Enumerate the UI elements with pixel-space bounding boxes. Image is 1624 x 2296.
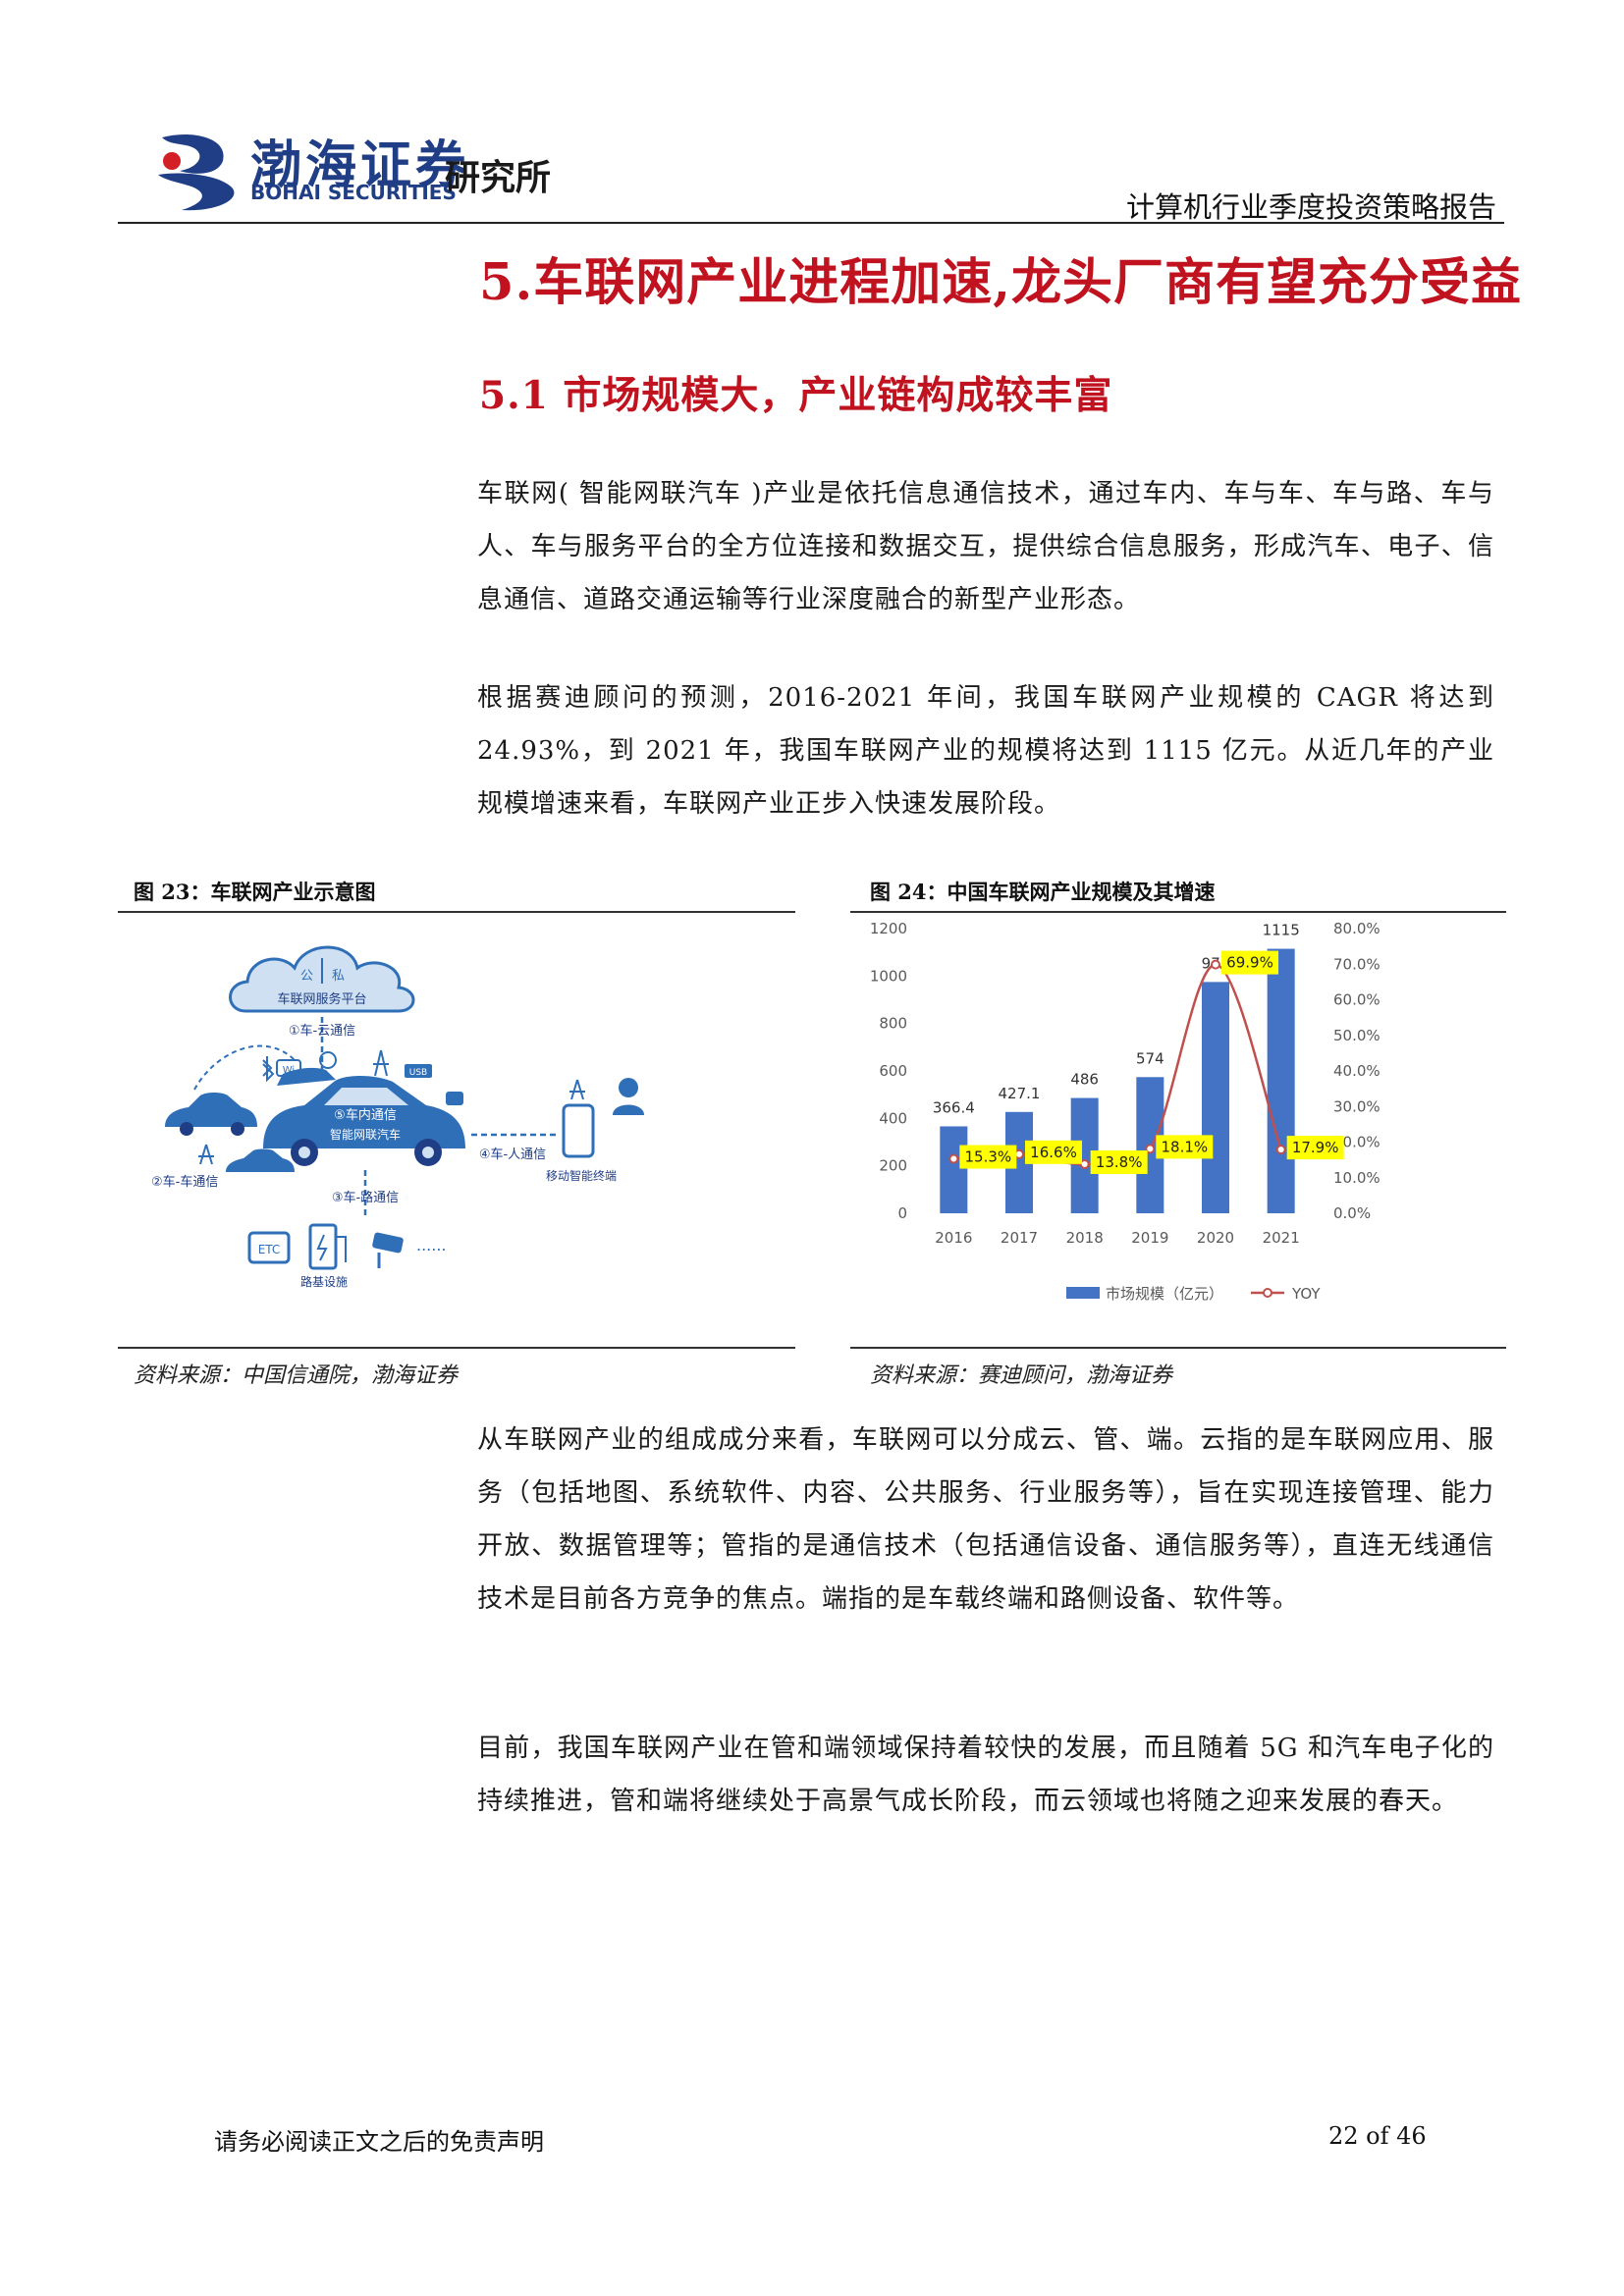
category-label: 2016 xyxy=(935,1229,972,1247)
left-tick-label: 800 xyxy=(879,1015,907,1033)
left-axis-ticks: 0 200 400 600 800 1000 1200 xyxy=(870,920,907,1222)
left-tick-label: 1000 xyxy=(870,967,907,985)
car-icon-3 xyxy=(226,1148,295,1172)
figure-24-title: 图 24：中国车联网产业规模及其增速 xyxy=(870,880,1216,904)
bar-2020 xyxy=(1202,982,1229,1213)
bar-value-label: 1115 xyxy=(1263,922,1300,939)
paragraph-4: 目前，我国车联网产业在管和端领域保持着较快的发展，而且随着 5G 和汽车电子化的… xyxy=(477,1734,1494,1816)
person-icon xyxy=(613,1078,644,1115)
yoy-value-label: 17.9% xyxy=(1292,1139,1339,1156)
yoy-line xyxy=(953,963,1282,1170)
antenna-icon xyxy=(198,1144,214,1165)
chart-legend: 市场规模（亿元） YOY xyxy=(1066,1285,1321,1303)
figure-24-source: 资料来源：赛迪顾问，渤海证券 xyxy=(870,1363,1173,1388)
right-tick-label: 70.0% xyxy=(1333,955,1380,973)
link-car-label: ②车-车通信 xyxy=(151,1174,218,1190)
logo-mark-icon xyxy=(158,134,235,211)
etc-label: ETC xyxy=(258,1243,281,1256)
legend-label-bar: 市场规模（亿元） xyxy=(1106,1285,1223,1303)
car-icon-1 xyxy=(165,1093,257,1127)
category-label: 2020 xyxy=(1197,1229,1234,1247)
link-cloud-label: ①车-云通信 xyxy=(289,1023,355,1039)
brand-institute: 研究所 xyxy=(445,158,552,198)
legend-label-line: YOY xyxy=(1291,1285,1321,1303)
legend-swatch-bar xyxy=(1066,1287,1100,1299)
link-inner-label: ⑤车内通信 xyxy=(334,1107,397,1123)
camera-icon xyxy=(446,1092,463,1105)
cloud-public-label: 公 xyxy=(300,969,313,984)
right-tick-label: 40.0% xyxy=(1333,1062,1380,1080)
signal-tower-icon xyxy=(373,1049,389,1077)
paragraph-3: 从车联网产业的组成成分来看，车联网可以分成云、管、端。云指的是车联网应用、服务（… xyxy=(477,1425,1494,1614)
category-label: 2021 xyxy=(1263,1229,1300,1247)
yoy-value-label: 69.9% xyxy=(1226,954,1273,972)
antenna-icon-right xyxy=(569,1079,585,1100)
link-person-label: ④车-人通信 xyxy=(479,1147,546,1162)
right-tick-label: 30.0% xyxy=(1333,1097,1380,1115)
yoy-point-2020 xyxy=(1211,959,1220,970)
category-label: 2017 xyxy=(1001,1229,1038,1247)
right-tick-label: 10.0% xyxy=(1333,1169,1380,1187)
subsection-heading: 5.1 市场规模大，产业链构成较丰富 xyxy=(479,373,1113,418)
right-tick-label: 80.0% xyxy=(1333,920,1380,937)
category-label: 2019 xyxy=(1131,1229,1168,1247)
terminal-label: 移动智能终端 xyxy=(546,1168,617,1183)
yoy-value-label: 16.6% xyxy=(1030,1144,1077,1161)
report-title: 计算机行业季度投资策略报告 xyxy=(1125,190,1496,224)
iov-market-chart: 020040060080010001200 0.0%10.0%20.0%30.0… xyxy=(870,920,1380,1303)
road-label: 路基设施 xyxy=(300,1274,348,1289)
left-tick-label: 1200 xyxy=(870,920,907,937)
bluetooth-icon xyxy=(262,1056,275,1083)
yoy-value-label: 13.8% xyxy=(1096,1153,1143,1171)
line-series xyxy=(948,959,1286,1170)
left-tick-label: 200 xyxy=(879,1157,907,1175)
yoy-point-2016 xyxy=(948,1153,959,1164)
ellipsis-icon: ...... xyxy=(416,1236,447,1255)
legend-swatch-marker xyxy=(1263,1288,1272,1298)
left-tick-label: 0 xyxy=(897,1204,907,1222)
cloud-platform-label: 车联网服务平台 xyxy=(277,991,366,1007)
bar-value-label: 486 xyxy=(1070,1071,1099,1089)
charging-station-icon xyxy=(308,1223,347,1270)
figure-23-title: 图 23：车联网产业示意图 xyxy=(134,880,376,904)
header-divider xyxy=(118,222,1504,224)
paragraph-1: 车联网( 智能网联汽车 )产业是依托信息通信技术，通过车内、车与车、车与路、车与… xyxy=(477,479,1494,614)
figure-23-source: 资料来源：中国信通院，渤海证券 xyxy=(134,1363,459,1388)
bar-value-label: 427.1 xyxy=(999,1085,1041,1102)
page-number: 22 of 46 xyxy=(1328,2122,1427,2150)
category-labels: 2016 2017 2018 2019 2020 2021 xyxy=(935,1229,1300,1247)
yoy-value-label: 15.3% xyxy=(965,1148,1012,1166)
yoy-value-label: 18.1% xyxy=(1162,1138,1209,1155)
left-tick-label: 400 xyxy=(879,1109,907,1127)
bar-value-label: 574 xyxy=(1136,1049,1164,1067)
paragraph-2: 根据赛迪顾问的预测，2016-2021 年间，我国车联网产业规模的 CAGR 将… xyxy=(477,683,1494,819)
smartphone-icon xyxy=(562,1103,595,1158)
right-axis-ticks: 0.0%10.0%20.0%30.0%40.0%50.0%60.0%70.0%8… xyxy=(1333,920,1380,1222)
figure-24-top-rule xyxy=(850,911,1506,913)
link-road-label: ③车-路通信 xyxy=(332,1190,399,1205)
section-heading: 5.车联网产业进程加速,龙头厂商有望充分受益 xyxy=(479,253,1522,312)
bar-2021 xyxy=(1267,948,1295,1213)
bohai-logo: 渤海证券 BOHAI SECURITIES 研究所 xyxy=(152,120,594,218)
bar-value-label: 366.4 xyxy=(933,1098,975,1116)
category-label: 2018 xyxy=(1066,1229,1104,1247)
yoy-point-2021 xyxy=(1275,1145,1286,1155)
usb-label: USB xyxy=(409,1068,427,1078)
brand-name-en: BOHAI SECURITIES xyxy=(250,181,457,204)
left-tick-label: 600 xyxy=(879,1062,907,1080)
car-label: 智能网联汽车 xyxy=(330,1127,401,1142)
figure-23-bottom-rule xyxy=(118,1347,795,1349)
right-tick-label: 0.0% xyxy=(1333,1204,1371,1222)
right-tick-label: 60.0% xyxy=(1333,991,1380,1009)
roadside-camera-icon xyxy=(372,1232,404,1268)
cloud-private-label: 私 xyxy=(332,969,345,984)
figure-24-bottom-rule xyxy=(850,1347,1506,1349)
footer-disclaimer: 请务必阅读正文之后的免责声明 xyxy=(214,2128,544,2156)
right-tick-label: 50.0% xyxy=(1333,1027,1380,1044)
iov-diagram: 公 私 车联网服务平台 ①车-云通信 ⑤车内通信 智能网联汽车 Wi USB ②… xyxy=(151,945,644,1289)
bar-2016 xyxy=(940,1126,968,1213)
